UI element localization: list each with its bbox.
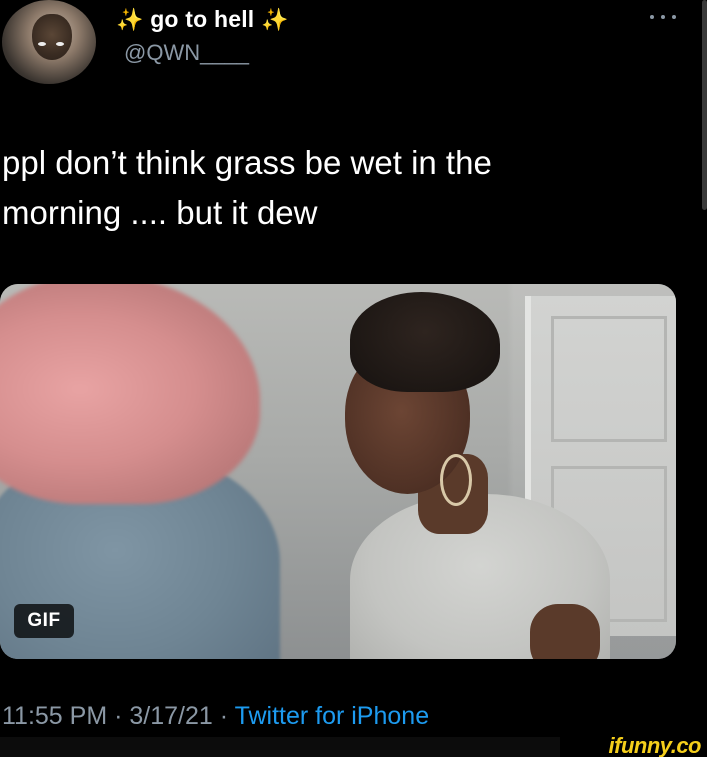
more-dot — [650, 15, 654, 19]
more-dot — [661, 15, 665, 19]
tweet-time[interactable]: 11:55 PM — [2, 702, 107, 730]
sparkle-icon: ✨ — [261, 7, 289, 32]
tweet-screenshot: ✨ go to hell ✨ @QWN____ ppl don’t think … — [0, 0, 707, 757]
avatar[interactable] — [2, 0, 96, 84]
scrollbar[interactable] — [702, 0, 707, 210]
sparkle-icon: ✨ — [116, 7, 144, 32]
meta-separator: · — [212, 702, 235, 730]
door-panel — [551, 316, 667, 442]
watermark: ifunny.co — [567, 733, 707, 757]
avatar-eye-right — [56, 42, 64, 46]
tweet-source-link[interactable]: Twitter for iPhone — [235, 702, 430, 730]
more-options-icon[interactable] — [650, 10, 676, 24]
display-name-text: go to hell — [150, 6, 255, 32]
display-name[interactable]: ✨ go to hell ✨ — [116, 6, 289, 33]
person-right-hair — [350, 292, 500, 392]
tweet-text-line: ppl don’t think grass be wet in the — [2, 144, 492, 181]
user-handle[interactable]: @QWN____ — [124, 40, 249, 66]
gif-badge: GIF — [14, 604, 74, 638]
more-dot — [672, 15, 676, 19]
ifunny-watermark: ifunny.co — [608, 733, 702, 757]
tweet-metadata: 11:55 PM · 3/17/21 · Twitter for iPhone — [2, 702, 429, 731]
gif-media[interactable]: GIF — [0, 284, 676, 659]
person-right-arm — [530, 604, 600, 659]
meta-separator: · — [107, 702, 130, 730]
avatar-eye-left — [38, 42, 46, 46]
tweet-text: ppl don’t think grass be wet in the morn… — [2, 138, 692, 238]
tweet-text-line: morning .... but it dew — [2, 194, 318, 231]
avatar-face — [32, 14, 72, 60]
tweet-date[interactable]: 3/17/21 — [129, 702, 212, 730]
bottom-strip — [0, 737, 560, 757]
earring — [440, 454, 472, 506]
